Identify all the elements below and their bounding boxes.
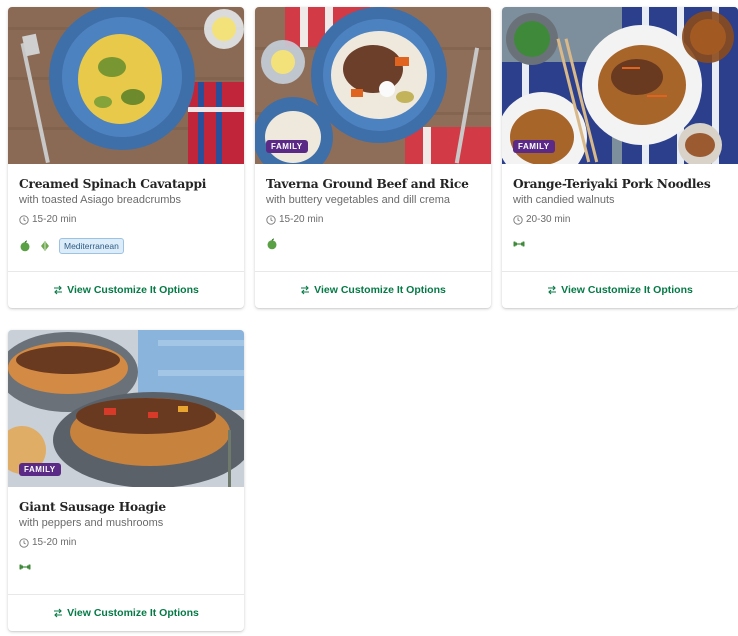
- recipe-tags: [19, 561, 31, 573]
- cook-time: 15-20 min: [19, 214, 233, 225]
- cook-time-label: 15-20 min: [32, 537, 77, 548]
- clock-icon: [19, 214, 29, 225]
- recipe-title[interactable]: Creamed Spinach Cavatappi: [19, 177, 233, 191]
- customize-options-link[interactable]: View Customize It Options: [255, 271, 491, 308]
- swap-icon: [548, 285, 557, 295]
- recipe-subtitle: with candied walnuts: [513, 194, 615, 206]
- recipe-tags: [266, 238, 278, 250]
- cook-time-label: 15-20 min: [32, 214, 77, 225]
- recipe-image[interactable]: FAMILY: [502, 7, 738, 164]
- apple-icon: [267, 238, 277, 250]
- customize-options-label: View Customize It Options: [67, 284, 199, 296]
- clock-icon: [19, 537, 29, 548]
- dumbbell-icon: [513, 241, 525, 247]
- recipe-tags: Mediterranean: [19, 238, 124, 254]
- recipe-image[interactable]: FAMILY: [255, 7, 491, 164]
- apple-icon: [20, 240, 30, 252]
- recipe-card[interactable]: Creamed Spinach Cavatappi with toasted A…: [8, 7, 244, 308]
- family-badge: FAMILY: [266, 140, 308, 153]
- recipe-title[interactable]: Orange-Teriyaki Pork Noodles: [513, 177, 727, 191]
- swap-icon: [54, 608, 63, 618]
- customize-options-label: View Customize It Options: [314, 284, 446, 296]
- recipe-tags: [513, 238, 525, 250]
- recipe-subtitle: with peppers and mushrooms: [19, 517, 164, 529]
- cuisine-tag: Mediterranean: [59, 238, 124, 254]
- cook-time: 15-20 min: [19, 537, 233, 548]
- recipe-title[interactable]: Taverna Ground Beef and Rice: [266, 177, 480, 191]
- recipe-image[interactable]: FAMILY: [8, 330, 244, 487]
- recipe-card[interactable]: FAMILY Giant Sausage Hoagie with peppers…: [8, 330, 244, 631]
- recipe-title[interactable]: Giant Sausage Hoagie: [19, 500, 233, 514]
- recipe-subtitle: with toasted Asiago breadcrumbs: [19, 194, 182, 206]
- cook-time: 20-30 min: [513, 214, 727, 225]
- cook-time-label: 15-20 min: [279, 214, 324, 225]
- recipe-card[interactable]: FAMILY Taverna Ground Beef and Rice with…: [255, 7, 491, 308]
- customize-options-label: View Customize It Options: [561, 284, 693, 296]
- swap-icon: [301, 285, 310, 295]
- customize-options-label: View Customize It Options: [67, 607, 199, 619]
- customize-options-link[interactable]: View Customize It Options: [8, 271, 244, 308]
- leaf-icon: [41, 241, 49, 251]
- cook-time-label: 20-30 min: [526, 214, 571, 225]
- family-badge: FAMILY: [513, 140, 555, 153]
- customize-options-link[interactable]: View Customize It Options: [8, 594, 244, 631]
- recipe-card[interactable]: FAMILY Orange-Teriyaki Pork Noodles with…: [502, 7, 738, 308]
- recipe-subtitle: with buttery vegetables and dill crema: [266, 194, 451, 206]
- cook-time: 15-20 min: [266, 214, 480, 225]
- clock-icon: [513, 214, 523, 225]
- recipe-image[interactable]: [8, 7, 244, 164]
- dumbbell-icon: [19, 564, 31, 570]
- customize-options-link[interactable]: View Customize It Options: [502, 271, 738, 308]
- clock-icon: [266, 214, 276, 225]
- swap-icon: [54, 285, 63, 295]
- family-badge: FAMILY: [19, 463, 61, 476]
